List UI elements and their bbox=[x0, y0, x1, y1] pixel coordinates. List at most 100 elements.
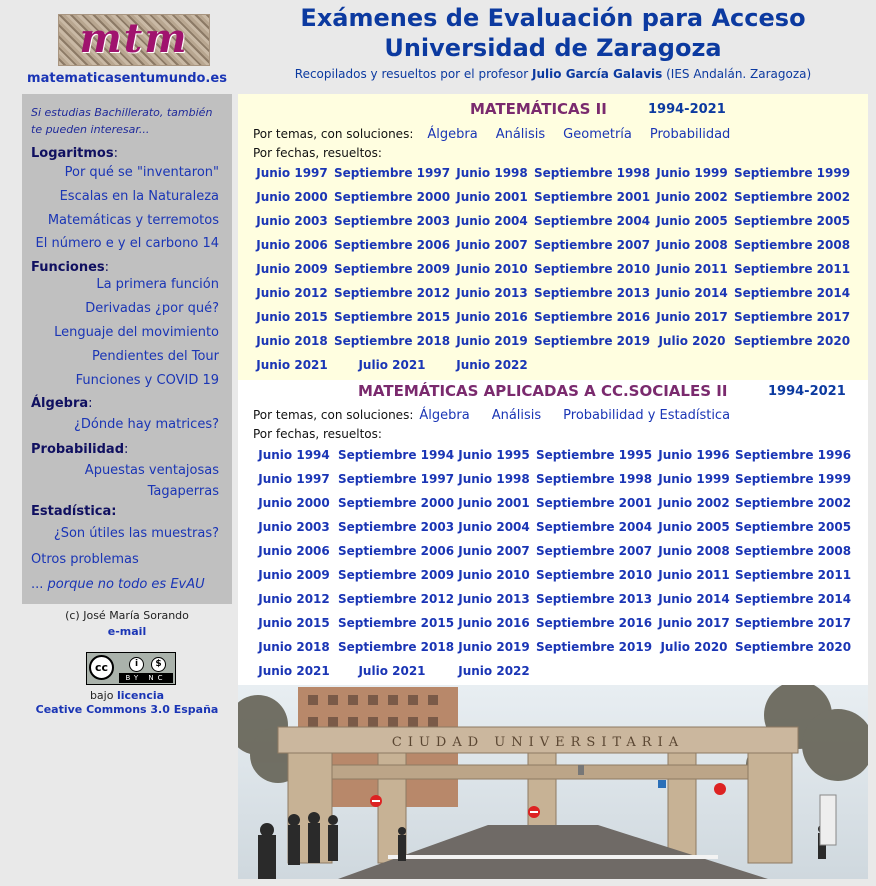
exam-link[interactable]: Junio 2008 bbox=[658, 544, 729, 558]
exam-link[interactable]: Septiembre 1995 bbox=[536, 448, 652, 462]
exam-link[interactable]: Septiembre 2001 bbox=[536, 496, 652, 510]
exam-link[interactable]: Junio 1998 bbox=[458, 472, 529, 486]
exam-link[interactable]: Junio 1998 bbox=[456, 166, 527, 180]
exam-link[interactable]: Septiembre 2015 bbox=[338, 616, 454, 630]
exam-link[interactable]: Junio 2017 bbox=[658, 616, 729, 630]
exam-link[interactable]: Septiembre 1997 bbox=[334, 166, 450, 180]
exam-link[interactable]: Septiembre 2016 bbox=[536, 616, 652, 630]
exam-link[interactable]: Junio 1999 bbox=[656, 166, 727, 180]
exam-link[interactable]: Junio 2012 bbox=[258, 592, 329, 606]
exam-link[interactable]: Septiembre 2014 bbox=[735, 592, 851, 606]
exam-link[interactable]: Junio 1995 bbox=[458, 448, 529, 462]
exam-link[interactable]: Septiembre 2010 bbox=[536, 568, 652, 582]
exam-link[interactable]: Septiembre 2001 bbox=[534, 190, 650, 204]
exam-link[interactable]: Septiembre 2003 bbox=[338, 520, 454, 534]
exam-link[interactable]: Septiembre 2018 bbox=[338, 640, 454, 654]
site-url-link[interactable]: matematicasentumundo.es bbox=[22, 71, 232, 86]
exam-link[interactable]: Junio 1996 bbox=[658, 448, 729, 462]
exam-link[interactable]: Septiembre 2009 bbox=[338, 568, 454, 582]
exam-link[interactable]: Septiembre 2004 bbox=[536, 520, 652, 534]
exam-link[interactable]: Junio 2013 bbox=[456, 286, 527, 300]
exam-link[interactable]: Julio 2021 bbox=[358, 358, 425, 372]
exam-link[interactable]: Septiembre 2004 bbox=[534, 214, 650, 228]
sidebar-link[interactable]: Por qué se "inventaron" bbox=[65, 165, 219, 180]
exam-link[interactable]: Junio 2019 bbox=[458, 640, 529, 654]
exam-link[interactable]: Septiembre 2006 bbox=[334, 238, 450, 252]
exam-link[interactable]: Septiembre 2020 bbox=[734, 334, 850, 348]
exam-link[interactable]: Junio 2021 bbox=[256, 358, 327, 372]
exam-link[interactable]: Junio 2012 bbox=[256, 286, 327, 300]
exam-link[interactable]: Septiembre 2013 bbox=[536, 592, 652, 606]
topic-link-analisis[interactable]: Análisis bbox=[492, 408, 541, 423]
exam-link[interactable]: Septiembre 1998 bbox=[534, 166, 650, 180]
topic-link-probabilidad[interactable]: Probabilidad bbox=[650, 127, 730, 142]
license-name-link[interactable]: Ceative Commons 3.0 España bbox=[22, 703, 232, 716]
exam-link[interactable]: Junio 2002 bbox=[658, 496, 729, 510]
exam-link[interactable]: Septiembre 1999 bbox=[735, 472, 851, 486]
exam-link[interactable]: Junio 2016 bbox=[458, 616, 529, 630]
exam-link[interactable]: Junio 2017 bbox=[656, 310, 727, 324]
sidebar-link[interactable]: El número e y el carbono 14 bbox=[36, 236, 219, 251]
exam-link[interactable]: Junio 2000 bbox=[256, 190, 327, 204]
exam-link[interactable]: Junio 2018 bbox=[256, 334, 327, 348]
license-link[interactable]: licencia bbox=[117, 689, 164, 702]
exam-link[interactable]: Septiembre 1997 bbox=[338, 472, 454, 486]
exam-link[interactable]: Septiembre 2017 bbox=[734, 310, 850, 324]
exam-link[interactable]: Junio 2007 bbox=[458, 544, 529, 558]
exam-link[interactable]: Junio 2006 bbox=[258, 544, 329, 558]
exam-link[interactable]: Septiembre 2016 bbox=[534, 310, 650, 324]
exam-link[interactable]: Junio 1997 bbox=[256, 166, 327, 180]
sidebar-link[interactable]: ¿Dónde hay matrices? bbox=[74, 417, 219, 432]
topic-link-algebra[interactable]: Álgebra bbox=[427, 127, 477, 142]
exam-link[interactable]: Septiembre 2008 bbox=[735, 544, 851, 558]
exam-link[interactable]: Junio 2011 bbox=[658, 568, 729, 582]
exam-link[interactable]: Septiembre 1994 bbox=[338, 448, 454, 462]
creative-commons-badge[interactable]: cc i $ BY NC bbox=[86, 652, 176, 685]
exam-link[interactable]: Septiembre 2014 bbox=[734, 286, 850, 300]
exam-link[interactable]: Junio 2005 bbox=[656, 214, 727, 228]
exam-link[interactable]: Junio 2019 bbox=[456, 334, 527, 348]
exam-link[interactable]: Septiembre 2013 bbox=[534, 286, 650, 300]
exam-link[interactable]: Junio 2011 bbox=[656, 262, 727, 276]
site-logo[interactable]: mtm bbox=[58, 14, 210, 66]
email-link[interactable]: e-mail bbox=[22, 625, 232, 638]
sidebar-link[interactable]: Escalas en la Naturaleza bbox=[60, 189, 219, 204]
exam-link[interactable]: Junio 2009 bbox=[258, 568, 329, 582]
exam-link[interactable]: Junio 2000 bbox=[258, 496, 329, 510]
exam-link[interactable]: Junio 2022 bbox=[456, 358, 527, 372]
exam-link[interactable]: Septiembre 2011 bbox=[734, 262, 850, 276]
exam-link[interactable]: Septiembre 2002 bbox=[734, 190, 850, 204]
exam-link[interactable]: Septiembre 2003 bbox=[334, 214, 450, 228]
exam-link[interactable]: Junio 2018 bbox=[258, 640, 329, 654]
exam-link[interactable]: Septiembre 2020 bbox=[735, 640, 851, 654]
exam-link[interactable]: Septiembre 2009 bbox=[334, 262, 450, 276]
exam-link[interactable]: Junio 2001 bbox=[456, 190, 527, 204]
sidebar-link[interactable]: La primera función bbox=[96, 277, 219, 292]
exam-link[interactable]: Septiembre 2005 bbox=[734, 214, 850, 228]
exam-link[interactable]: Junio 2002 bbox=[656, 190, 727, 204]
exam-link[interactable]: Septiembre 2017 bbox=[735, 616, 851, 630]
exam-link[interactable]: Junio 2007 bbox=[456, 238, 527, 252]
exam-link[interactable]: Junio 1999 bbox=[658, 472, 729, 486]
sidebar-link-otros-problemas[interactable]: Otros problemas bbox=[31, 552, 139, 567]
exam-link[interactable]: Junio 1997 bbox=[258, 472, 329, 486]
topic-link-geometria[interactable]: Geometría bbox=[563, 127, 632, 142]
exam-link[interactable]: Julio 2020 bbox=[658, 334, 725, 348]
exam-link[interactable]: Junio 2006 bbox=[256, 238, 327, 252]
exam-link[interactable]: Junio 2010 bbox=[456, 262, 527, 276]
exam-link[interactable]: Junio 2005 bbox=[658, 520, 729, 534]
exam-link[interactable]: Septiembre 2005 bbox=[735, 520, 851, 534]
sidebar-link[interactable]: Funciones y COVID 19 bbox=[76, 373, 219, 388]
exam-link[interactable]: Septiembre 2002 bbox=[735, 496, 851, 510]
sidebar-link-evau[interactable]: ... porque no todo es EvAU bbox=[31, 577, 205, 592]
exam-link[interactable]: Junio 2013 bbox=[458, 592, 529, 606]
exam-link[interactable]: Septiembre 2006 bbox=[338, 544, 454, 558]
sidebar-link[interactable]: ¿Son útiles las muestras? bbox=[54, 526, 219, 541]
exam-link[interactable]: Septiembre 2007 bbox=[534, 238, 650, 252]
exam-link[interactable]: Septiembre 2012 bbox=[334, 286, 450, 300]
exam-link[interactable]: Septiembre 2019 bbox=[534, 334, 650, 348]
topic-link-analisis[interactable]: Análisis bbox=[496, 127, 545, 142]
topic-link-algebra[interactable]: Álgebra bbox=[419, 408, 469, 423]
exam-link[interactable]: Junio 2001 bbox=[458, 496, 529, 510]
exam-link[interactable]: Junio 2021 bbox=[258, 664, 329, 678]
